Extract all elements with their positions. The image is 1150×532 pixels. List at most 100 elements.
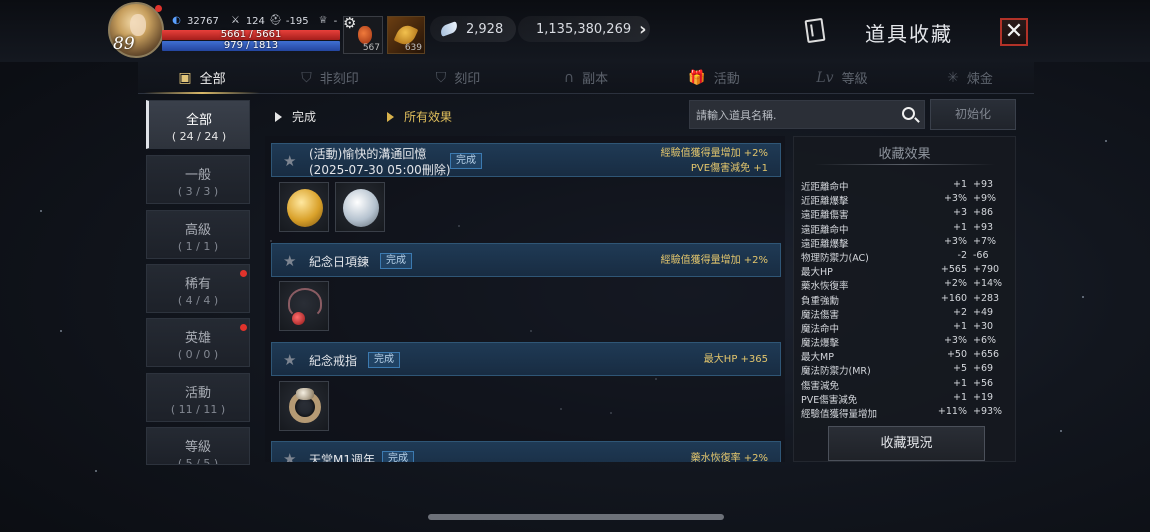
complete-badge: 完成 xyxy=(450,153,482,169)
entry-effects: 經驗值獲得量增加 +2% PVE傷害減免 +1 xyxy=(660,148,768,174)
tab-non-engraved[interactable]: ⛉ 非刻印 xyxy=(266,62,394,93)
collection-status-button[interactable]: 收藏現況 xyxy=(828,426,985,461)
category-count: ( 5 / 5 ) xyxy=(177,457,219,465)
complete-badge: 完成 xyxy=(382,451,414,462)
feather-currency: 2,928 xyxy=(430,16,516,42)
category-hero[interactable]: 英雄 ( 0 / 0 ) xyxy=(146,318,250,367)
gate-icon: ∩ xyxy=(563,69,575,86)
effect-row: 遠距離爆擊 +3% +7% xyxy=(801,235,997,250)
status-filter-label: 完成 xyxy=(292,110,317,124)
scroll-count: 639 xyxy=(404,43,422,53)
potion-count: 567 xyxy=(362,43,380,53)
entry-effects: 經驗值獲得量增加 +2% xyxy=(660,255,768,266)
category-advanced[interactable]: 高級 ( 1 / 1 ) xyxy=(146,210,250,259)
pendant-gem xyxy=(292,312,305,325)
effect-row: 物理防禦力(AC) -2 -66 xyxy=(801,249,989,264)
effect-filter-label: 所有效果 xyxy=(404,110,453,124)
tab-label: 刻印 xyxy=(454,72,481,87)
reset-button[interactable]: 初始化 xyxy=(930,99,1016,130)
category-name: 活動 xyxy=(184,386,211,401)
tab-label: 等級 xyxy=(841,72,868,87)
item-slot[interactable] xyxy=(335,182,385,232)
tab-event[interactable]: 🎁 活動 xyxy=(650,62,778,93)
item-slot[interactable] xyxy=(279,182,329,232)
helmet-icon: ⛑ xyxy=(269,15,282,26)
entry-name: (活動)愉快的溝通回憶 (2025-07-30 05:00刪除) xyxy=(309,147,451,177)
filter-bar: 完成 所有效果 xyxy=(265,100,685,130)
category-name: 等級 xyxy=(184,440,211,455)
list-item[interactable]: ★ (活動)愉快的溝通回憶 (2025-07-30 05:00刪除) 完成 經驗… xyxy=(271,143,781,177)
stat2-value: 124 xyxy=(245,15,265,27)
mp-bar: 979 / 1813 xyxy=(162,40,340,51)
collection-list: ★ (活動)愉快的溝通回憶 (2025-07-30 05:00刪除) 完成 經驗… xyxy=(265,136,785,462)
gear-icon[interactable]: ⚙ xyxy=(343,14,356,32)
effect-row: 負重強勳 +160 +283 xyxy=(801,292,1000,307)
tab-all[interactable]: ▣ 全部 xyxy=(138,62,266,94)
home-indicator[interactable] xyxy=(428,514,724,520)
shield-mark-icon: ⛉ xyxy=(435,69,447,86)
tab-alchemy[interactable]: ✳ 煉金 xyxy=(906,62,1034,93)
tab-label: 副本 xyxy=(582,72,609,87)
hp-bar: 5661 / 5661 xyxy=(162,29,340,40)
effects-title: 收藏效果 xyxy=(878,147,931,162)
tab-level[interactable]: Lv 等級 xyxy=(778,62,906,93)
effect-row: 遠距離傷害 +3 +86 xyxy=(801,207,994,222)
tab-label: 非刻印 xyxy=(319,72,359,87)
entry-name: 紀念戒指 xyxy=(309,354,358,368)
close-button[interactable]: ✕ xyxy=(1000,18,1028,46)
effect-row: PVE傷害減免 +1 +19 xyxy=(801,391,994,406)
effect-filter[interactable]: 所有效果 xyxy=(387,108,452,125)
hp-text: 5661 / 5661 xyxy=(220,29,282,40)
potion-icon xyxy=(358,26,372,44)
list-item[interactable]: ★ 紀念戒指 完成 最大HP +365 xyxy=(271,342,781,376)
chevron-right-icon[interactable]: › xyxy=(639,19,646,40)
book-icon: ▣ xyxy=(178,69,192,86)
tab-engraved[interactable]: ⛉ 刻印 xyxy=(394,62,522,93)
effect-row: 經驗值獲得量增加 +11% +93% xyxy=(801,406,1003,420)
effect-row: 近距離爆擊 +3% +9% xyxy=(801,193,997,208)
tab-dungeon[interactable]: ∩ 副本 xyxy=(522,62,650,93)
power-icon: ◐ xyxy=(172,15,181,26)
list-item[interactable]: ★ 紀念日項鍊 完成 經驗值獲得量增加 +2% xyxy=(271,243,781,277)
gold-currency[interactable]: 1,135,380,269 › xyxy=(518,16,650,42)
effect-row: 魔法命中 +1 +30 xyxy=(801,320,994,335)
item-slot[interactable] xyxy=(279,381,329,431)
effect-row: 近距離命中 +1 +93 xyxy=(801,179,994,193)
tab-label: 全部 xyxy=(199,72,226,87)
tab-label: 煉金 xyxy=(966,72,993,87)
star-icon[interactable]: ★ xyxy=(283,252,296,270)
star-icon[interactable]: ★ xyxy=(283,351,296,369)
shield-icon: ⛉ xyxy=(301,69,312,86)
category-normal[interactable]: 一般 ( 3 / 3 ) xyxy=(146,155,250,204)
search-icon[interactable] xyxy=(902,107,915,120)
effect-row: 魔法防禦力(MR) +5 +69 xyxy=(801,363,994,378)
divider xyxy=(814,164,995,165)
entry-name: 天堂M1週年 xyxy=(309,453,375,462)
status-filter[interactable]: 完成 xyxy=(275,108,316,125)
item-slot[interactable] xyxy=(279,281,329,331)
category-count: ( 3 / 3 ) xyxy=(177,185,219,198)
category-all[interactable]: 全部 ( 24 / 24 ) xyxy=(146,100,250,149)
category-count: ( 4 / 4 ) xyxy=(177,294,219,307)
category-count: ( 0 / 0 ) xyxy=(177,348,219,361)
entry-name: 紀念日項鍊 xyxy=(309,255,370,269)
category-level[interactable]: 等級 ( 5 / 5 ) xyxy=(146,427,250,465)
star-icon[interactable]: ★ xyxy=(283,152,296,170)
category-rare[interactable]: 稀有 ( 4 / 4 ) xyxy=(146,264,250,313)
category-name: 英雄 xyxy=(184,331,211,346)
top-status-bar: 89 ◐ 32767 ⚔ 124 ⛑ -195 ♕ - 5661 / 5661 … xyxy=(0,0,1150,62)
mp-text: 979 / 1813 xyxy=(223,40,279,51)
star-icon[interactable]: ★ xyxy=(283,450,296,462)
search-input[interactable] xyxy=(696,107,896,124)
scroll-slot[interactable]: 639 xyxy=(387,16,425,54)
sword-icon: ⚔ xyxy=(230,15,240,26)
effect-row: 魔法爆擊 +3% +6% xyxy=(801,335,997,350)
effects-list[interactable]: 近距離命中 +1 +93 近距離爆擊 +3% +9% 遠距離傷害 +3 +86 遠距離命中 +… xyxy=(801,179,1007,425)
gold-amount: 1,135,380,269 xyxy=(536,21,632,37)
category-event[interactable]: 活動 ( 11 / 11 ) xyxy=(146,373,250,422)
list-item[interactable]: ★ 天堂M1週年 完成 藥水恢復率 +2% xyxy=(271,441,781,462)
effect-row: 魔法傷害 +2 +49 xyxy=(801,306,994,321)
feather-icon xyxy=(438,21,460,37)
category-count: ( 11 / 11 ) xyxy=(170,403,226,416)
feather-amount: 2,928 xyxy=(466,21,504,37)
